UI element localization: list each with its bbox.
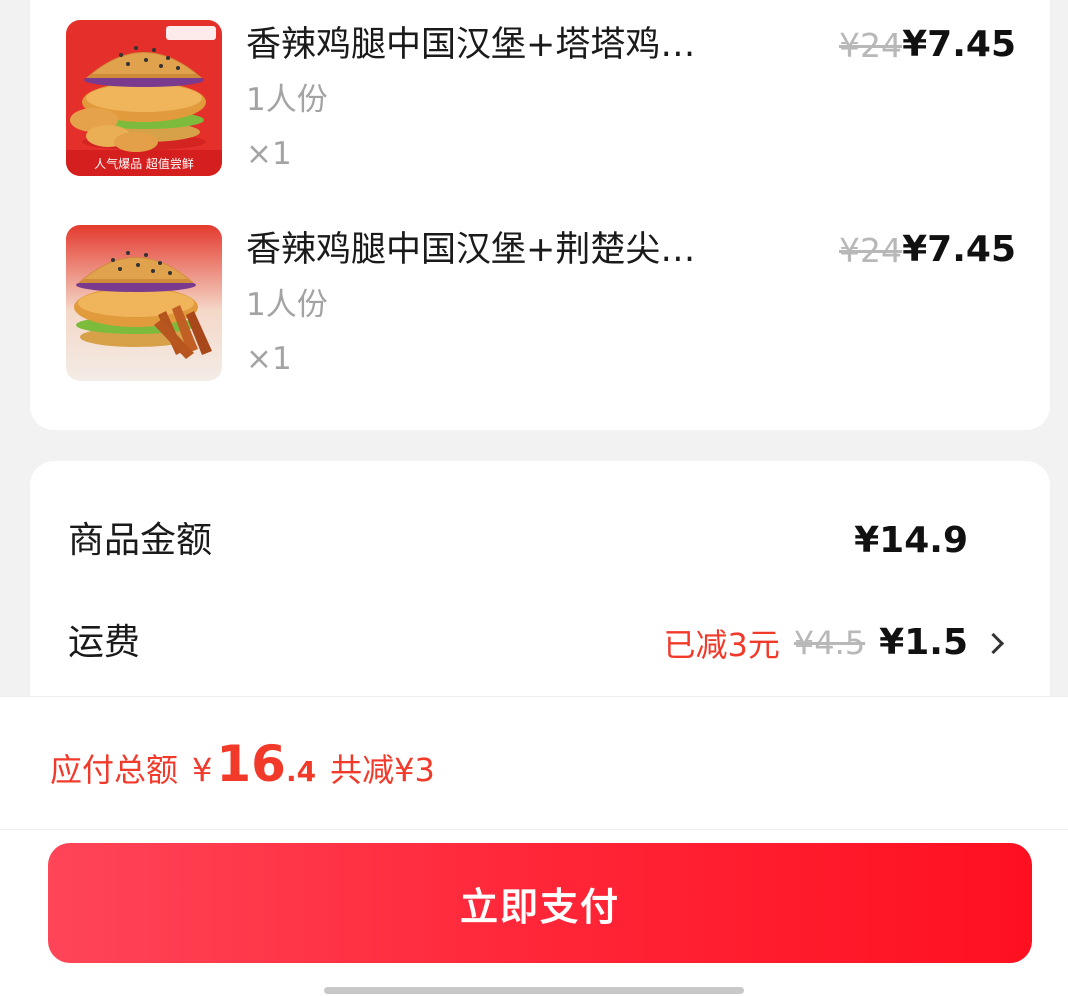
- item-quantity: ×1: [246, 136, 292, 172]
- shipping-discount: 已减3元: [663, 626, 780, 664]
- svg-text:人气爆品 超值尝鲜: 人气爆品 超值尝鲜: [94, 156, 194, 171]
- item-spec: 1人份: [246, 287, 328, 323]
- shipping-row[interactable]: 运费 已减3元 ¥4.5 ¥1.5: [68, 613, 1008, 673]
- item-price: ¥7.45: [902, 229, 1016, 270]
- total-label: 应付总额: [50, 751, 179, 789]
- subtotal-label: 商品金额: [68, 520, 213, 561]
- subtotal-row: 商品金额 ¥14.9: [68, 511, 1008, 571]
- subtotal-value: ¥14.9: [854, 520, 968, 561]
- total-amount-integer: 16: [216, 735, 286, 793]
- order-items-card: 人气爆品 超值尝鲜 香辣鸡腿中国汉堡+塔塔鸡… 1人份 ×1 ¥24 ¥7.45…: [30, 0, 1050, 430]
- product-image: [66, 225, 222, 381]
- checkout-bar: 应付总额 ¥ 16 .4 共减¥3 立即支付: [0, 696, 1068, 996]
- total-currency: ¥: [192, 751, 213, 789]
- home-indicator: [324, 987, 744, 994]
- order-item[interactable]: 人气爆品 超值尝鲜 香辣鸡腿中国汉堡+塔塔鸡… 1人份 ×1 ¥24 ¥7.45: [66, 20, 1016, 180]
- fee-summary-card: 商品金额 ¥14.9 运费 已减3元 ¥4.5 ¥1.5: [30, 461, 1050, 721]
- shipping-value: ¥1.5: [879, 622, 968, 663]
- item-spec: 1人份: [246, 82, 328, 118]
- item-price: ¥7.45: [902, 24, 1016, 65]
- product-image: 人气爆品 超值尝鲜: [66, 20, 222, 176]
- pay-now-button[interactable]: 立即支付: [48, 843, 1032, 963]
- item-name: 香辣鸡腿中国汉堡+荆楚尖…: [246, 230, 696, 270]
- item-original-price: ¥24: [839, 231, 902, 270]
- total-saved: 共减¥3: [330, 751, 435, 789]
- order-item[interactable]: 香辣鸡腿中国汉堡+荆楚尖… 1人份 ×1 ¥24 ¥7.45: [66, 225, 1016, 385]
- item-original-price: ¥24: [839, 26, 902, 65]
- shipping-original-price: ¥4.5: [793, 624, 866, 662]
- item-quantity: ×1: [246, 341, 292, 377]
- item-name: 香辣鸡腿中国汉堡+塔塔鸡…: [246, 25, 696, 65]
- total-summary: 应付总额 ¥ 16 .4 共减¥3: [50, 735, 435, 805]
- shipping-label: 运费: [68, 622, 141, 663]
- chevron-right-icon[interactable]: [982, 621, 1008, 665]
- divider: [0, 829, 1068, 830]
- total-amount-decimal: .4: [285, 755, 317, 788]
